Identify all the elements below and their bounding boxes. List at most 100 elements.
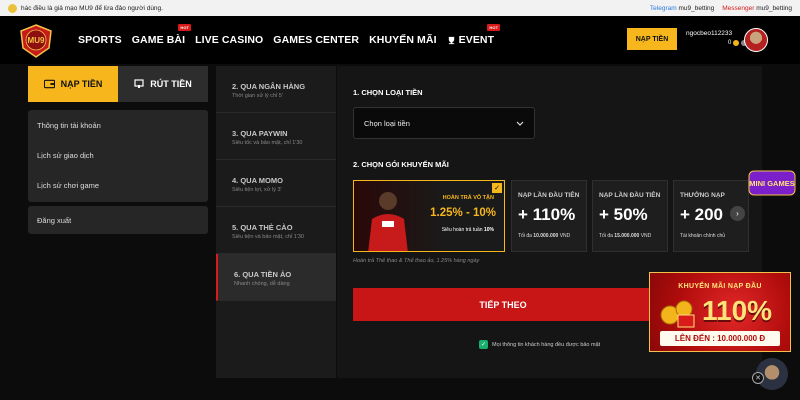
trophy-icon: [448, 36, 454, 44]
method-sub: Siêu tiện và bảo mật, chỉ 1'30: [232, 234, 304, 240]
notice-marquee: hác điều là giả mạo MU9 để lừa đảo người…: [21, 4, 163, 12]
header-deposit-button[interactable]: NẠP TIỀN: [627, 28, 677, 50]
nav-label: GAME BÀI: [131, 34, 186, 46]
telegram-link[interactable]: Telegram mu9_betting: [650, 5, 714, 12]
payment-methods: 2. QUA NGÂN HÀNG Thời gian xử lý chỉ 5' …: [216, 66, 336, 378]
promo-card-cashback[interactable]: ✓ HOÀN TRẢ VÔ TẬN 1.25% - 10% Siêu hoàn …: [353, 180, 505, 252]
nav-games-center[interactable]: GAMES CENTER: [273, 34, 359, 46]
promo-sub-prefix: Tối đa: [518, 233, 532, 239]
wallet-icon: [43, 79, 55, 89]
tab-withdraw[interactable]: RÚT TIỀN: [118, 66, 208, 102]
chevron-down-icon: [516, 121, 524, 126]
nav-sports[interactable]: SPORTS: [78, 34, 122, 46]
bell-icon: [8, 3, 17, 13]
currency-select[interactable]: Chọn loại tiền: [353, 107, 535, 139]
carousel-next-arrow[interactable]: ›: [730, 206, 745, 221]
next-button[interactable]: TIẾP THEO: [353, 288, 653, 321]
minigames-widget[interactable]: MINI GAMES: [748, 168, 796, 198]
method-card[interactable]: 5. QUA THẺ CÀO Siêu tiện và bảo mật, chỉ…: [216, 207, 336, 254]
section-currency-title: 1. CHỌN LOẠI TIỀN: [353, 88, 423, 97]
security-text: Mọi thông tin khách hàng đều được bảo mậ…: [492, 341, 601, 348]
menu-game-history[interactable]: Lịch sử chơi game: [28, 170, 208, 200]
ad-title: KHUYẾN MÃI NẠP ĐẦU: [678, 283, 762, 290]
cash-icon: [134, 79, 144, 88]
mu9-logo[interactable]: MU9: [18, 24, 54, 58]
telegram-handle: mu9_betting: [678, 4, 715, 12]
method-sub: Nhanh chóng, dễ dàng: [234, 281, 290, 287]
nav-label: EVENT: [458, 34, 495, 46]
method-sub: Siêu tiện lợi, xử lý 3': [232, 187, 282, 193]
ad-percentage: 110%: [702, 295, 773, 326]
player-image: [368, 192, 408, 251]
deposit-withdraw-tabs: NẠP TIỀN RÚT TIỀN: [28, 66, 208, 102]
main-nav: SPORTS GAME BÀI HOT LIVE CASINO GAMES CEN…: [78, 24, 501, 46]
promo-sub-unit: VND: [640, 233, 652, 239]
currency-select-value: Chọn loại tiền: [364, 118, 410, 128]
nav-label: GAMES CENTER: [273, 34, 360, 46]
nav-game-bai[interactable]: GAME BÀI HOT: [131, 24, 192, 46]
promo-sub-prefix: Siêu hoàn trả tuần: [441, 227, 483, 233]
main-header: MU9 SPORTS GAME BÀI HOT LIVE CASINO GAMES…: [0, 16, 800, 64]
close-icon[interactable]: ✕: [752, 372, 764, 384]
promo-sub-unit: VND: [559, 233, 571, 239]
coin-icon: [733, 40, 740, 46]
nav-label: SPORTS: [78, 34, 122, 46]
promo-range: 1.25% - 10%: [430, 207, 496, 219]
promo-sub-value: 10.000.000: [533, 233, 559, 239]
tab-deposit-label: NẠP TIỀN: [60, 79, 103, 89]
tab-withdraw-label: RÚT TIỀN: [150, 79, 192, 89]
hot-badge: HOT: [487, 24, 501, 31]
method-momo[interactable]: 4. QUA MOMO Siêu tiện lợi, xử lý 3': [216, 160, 336, 207]
method-sub: Thời gian xử lý chỉ 5': [232, 93, 283, 99]
promo-card-first-110[interactable]: NẠP LẦN ĐẦU TIÊN + 110% Tối đa 10.000.00…: [511, 180, 587, 252]
method-crypto[interactable]: 6. QUA TIỀN ẢO Nhanh chóng, dễ dàng: [216, 254, 336, 301]
method-title: 6. QUA TIỀN ẢO: [234, 270, 292, 279]
ad-max-amount: LÊN ĐẾN : 10.000.000 Đ: [660, 331, 780, 346]
messenger-link[interactable]: Messenger mu9_betting: [722, 5, 792, 12]
promo-sub-value: 15.000.000: [614, 233, 640, 239]
hot-badge: HOT: [178, 24, 192, 31]
first-deposit-promo-banner[interactable]: KHUYẾN MÃI NẠP ĐẦU 110% LÊN ĐẾN : 10.000…: [649, 272, 791, 352]
gift-coins-icon: [660, 300, 695, 328]
shield-icon: ✓: [479, 340, 488, 349]
promo-sub: Siêu hoàn trả tuần 10%: [442, 227, 494, 233]
promo-title: THƯỞNG NẠP: [680, 192, 725, 199]
method-title: 5. QUA THẺ CÀO: [232, 223, 293, 232]
promo-sub: Tối đa 15.000.000 VND: [599, 233, 651, 239]
section-promo-title: 2. CHỌN GÓI KHUYẾN MÃI: [353, 160, 449, 169]
nav-event[interactable]: EVENT HOT: [447, 24, 501, 46]
promo-sub-prefix: Tối đa: [599, 233, 613, 239]
promo-card-first-50[interactable]: NẠP LẦN ĐẦU TIÊN + 50% Tối đa 15.000.000…: [592, 180, 668, 252]
method-paywin[interactable]: 3. QUA PAYWIN Siêu tốc và bảo mật, chỉ 1…: [216, 113, 336, 160]
messenger-label: Messenger: [722, 4, 755, 12]
method-title: 3. QUA PAYWIN: [232, 129, 288, 138]
account-menu: Thông tin tài khoản Lịch sử giao dịch Lị…: [28, 110, 208, 202]
nav-khuyen-mai[interactable]: KHUYẾN MÃI: [369, 34, 437, 46]
method-bank[interactable]: 2. QUA NGÂN HÀNG Thời gian xử lý chỉ 5': [216, 66, 336, 113]
nav-live-casino[interactable]: LIVE CASINO: [195, 34, 263, 46]
tab-deposit[interactable]: NẠP TIỀN: [28, 66, 118, 102]
promo-pct: + 50%: [599, 205, 648, 224]
promo-title: NẠP LẦN ĐẦU TIÊN: [518, 192, 580, 199]
notice-bar: hác điều là giả mạo MU9 để lừa đảo người…: [0, 0, 800, 16]
minigames-label: MINI GAMES: [749, 179, 794, 188]
menu-account-info[interactable]: Thông tin tài khoản: [28, 110, 208, 140]
nav-label: LIVE CASINO: [195, 34, 264, 46]
selected-check-icon: ✓: [492, 183, 502, 193]
method-title: 2. QUA NGÂN HÀNG: [232, 82, 306, 91]
method-sub: Siêu tốc và bảo mật, chỉ 1'30: [232, 140, 303, 146]
promo-title: HOÀN TRẢ VÔ TẬN: [442, 195, 494, 201]
logo-text: MU9: [28, 36, 45, 45]
user-avatar[interactable]: [744, 28, 768, 52]
promo-sub: Tối đa 10.000.000 VND: [518, 233, 570, 239]
promo-note: Hoàn trả Thể thao & Thể thao ảo, 1.25% h…: [353, 258, 480, 264]
security-notice: ✓ Mọi thông tin khách hàng đều được bảo …: [479, 340, 600, 349]
menu-transaction-history[interactable]: Lịch sử giao dịch: [28, 140, 208, 170]
promo-pct: + 200: [680, 205, 724, 224]
username[interactable]: ngocbeo112233: [686, 30, 732, 37]
messenger-handle: mu9_betting: [756, 4, 792, 12]
promo-sub-value: 10%: [483, 227, 494, 233]
method-title: 4. QUA MOMO: [232, 176, 283, 185]
telegram-label: Telegram: [649, 4, 677, 12]
logout-button[interactable]: Đăng xuất: [28, 206, 208, 234]
